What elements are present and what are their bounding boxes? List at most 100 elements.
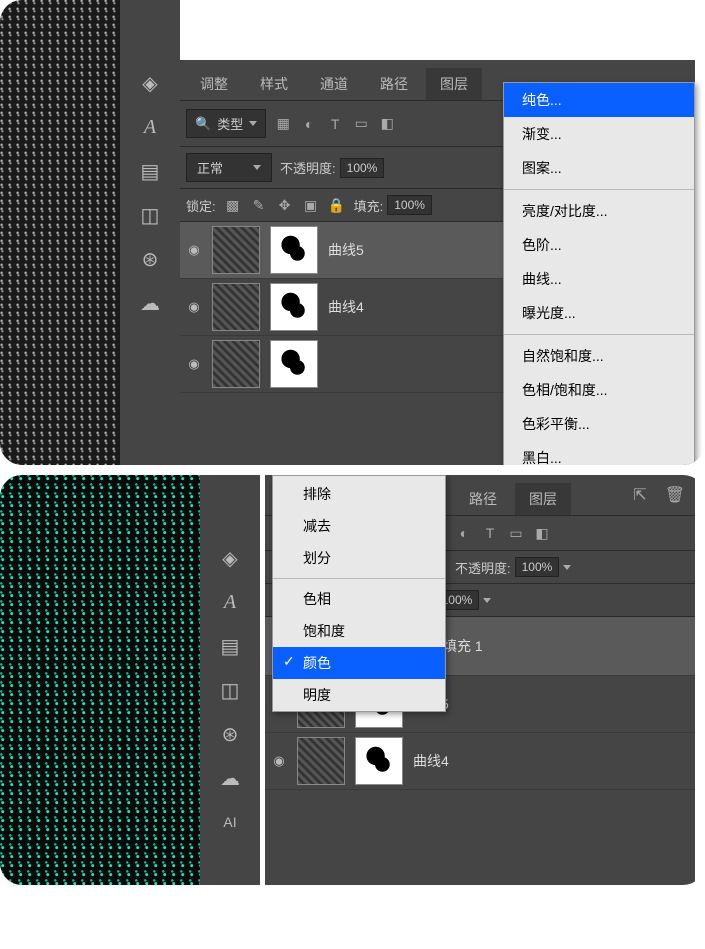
panel-top-icons: ⇱ 🗑 bbox=[633, 485, 685, 505]
lock-position-icon[interactable]: ✥ bbox=[276, 196, 294, 214]
visibility-icon[interactable]: ◉ bbox=[186, 299, 202, 315]
visibility-icon[interactable]: ◉ bbox=[186, 356, 202, 372]
tab-paths[interactable]: 路径 bbox=[455, 483, 511, 515]
menu-item-hue[interactable]: 色相/饱和度... bbox=[504, 373, 694, 407]
fill-control: 填充: 100% bbox=[354, 195, 432, 215]
opacity-label: 不透明度: bbox=[455, 558, 511, 577]
trash-icon[interactable]: 🗑 bbox=[665, 485, 685, 505]
screenshot-top: ◈ A ▤ ◫ ⊛ ☁ 调整 样式 通道 路径 图层 🔍 类型 ▦ ◐ T ▭ … bbox=[0, 0, 705, 465]
visibility-icon[interactable]: ◉ bbox=[271, 753, 287, 769]
opacity-value[interactable]: 100% bbox=[340, 158, 385, 178]
tab-paths[interactable]: 路径 bbox=[366, 68, 422, 100]
type-icon[interactable]: A bbox=[137, 114, 163, 140]
layer-thumbnail[interactable] bbox=[212, 340, 260, 388]
menu-item-solid-color[interactable]: 纯色... bbox=[504, 83, 694, 117]
ai-icon[interactable]: AI bbox=[217, 809, 243, 835]
lock-artboard-icon[interactable]: ▣ bbox=[302, 196, 320, 214]
canvas-preview bbox=[0, 475, 200, 885]
filter-shape-icon[interactable]: ▭ bbox=[352, 115, 370, 133]
mask-thumbnail[interactable] bbox=[270, 226, 318, 274]
menu-item-divide[interactable]: 划分 bbox=[273, 542, 445, 574]
layer-name[interactable]: 曲线4 bbox=[413, 751, 449, 771]
menu-item-color-balance[interactable]: 色彩平衡... bbox=[504, 407, 694, 441]
vertical-toolbar: ◈ A ▤ ◫ ⊛ ☁ bbox=[120, 0, 180, 465]
blend-mode-value: 正常 bbox=[197, 158, 223, 177]
layer-thumbnail[interactable] bbox=[297, 737, 345, 785]
paragraph-icon[interactable]: ▤ bbox=[137, 158, 163, 184]
tab-styles[interactable]: 样式 bbox=[246, 68, 302, 100]
atom-icon[interactable]: ⊛ bbox=[137, 246, 163, 272]
filter-image-icon[interactable]: ▦ bbox=[274, 115, 292, 133]
search-icon: 🔍 bbox=[195, 116, 211, 132]
chevron-down-icon bbox=[249, 121, 257, 126]
filter-shape-icon[interactable]: ▭ bbox=[507, 524, 525, 542]
type-icon[interactable]: A bbox=[217, 589, 243, 615]
menu-separator bbox=[273, 578, 445, 579]
layer-name[interactable]: 曲线4 bbox=[328, 297, 364, 317]
chevron-down-icon bbox=[253, 165, 261, 170]
opacity-value[interactable]: 100% bbox=[515, 557, 560, 577]
menu-item-curves[interactable]: 曲线... bbox=[504, 262, 694, 296]
lock-brush-icon[interactable]: ✎ bbox=[250, 196, 268, 214]
collapse-icon[interactable]: ⇱ bbox=[633, 485, 646, 505]
menu-item-levels[interactable]: 色阶... bbox=[504, 228, 694, 262]
mask-thumbnail[interactable] bbox=[355, 737, 403, 785]
lock-pixels-icon[interactable]: ▩ bbox=[224, 196, 242, 214]
tab-channels[interactable]: 通道 bbox=[306, 68, 362, 100]
new-fill-layer-menu: 纯色... 渐变... 图案... 亮度/对比度... 色阶... 曲线... … bbox=[503, 82, 695, 465]
fill-label: 填充: bbox=[354, 196, 384, 215]
cloud-icon[interactable]: ☁ bbox=[217, 765, 243, 791]
opacity-control: 不透明度: 100% bbox=[280, 158, 384, 178]
menu-item-exclusion[interactable]: 排除 bbox=[273, 478, 445, 510]
blend-mode-select[interactable]: 正常 bbox=[186, 153, 272, 182]
menu-item-subtract[interactable]: 减去 bbox=[273, 510, 445, 542]
menu-item-brightness[interactable]: 亮度/对比度... bbox=[504, 194, 694, 228]
cube-icon[interactable]: ◈ bbox=[217, 545, 243, 571]
chevron-down-icon bbox=[563, 565, 571, 570]
mask-thumbnail[interactable] bbox=[270, 340, 318, 388]
layer-thumbnail[interactable] bbox=[212, 226, 260, 274]
layer-name[interactable]: 曲线5 bbox=[328, 240, 364, 260]
menu-item-gradient[interactable]: 渐变... bbox=[504, 117, 694, 151]
shapes-icon[interactable]: ◫ bbox=[217, 677, 243, 703]
filter-type-select[interactable]: 🔍 类型 bbox=[186, 109, 266, 138]
fill-value[interactable]: 100% bbox=[387, 195, 432, 215]
canvas-preview bbox=[0, 0, 120, 465]
menu-separator bbox=[504, 189, 694, 190]
filter-text-icon[interactable]: T bbox=[481, 524, 499, 542]
filter-smart-icon[interactable]: ◧ bbox=[533, 524, 551, 542]
shapes-icon[interactable]: ◫ bbox=[137, 202, 163, 228]
tab-layers[interactable]: 图层 bbox=[515, 483, 571, 515]
filter-text-icon[interactable]: T bbox=[326, 115, 344, 133]
vertical-toolbar: ◈ A ▤ ◫ ⊛ ☁ AI bbox=[200, 475, 260, 885]
blend-mode-menu: 排除 减去 划分 色相 饱和度 颜色 明度 bbox=[272, 475, 446, 712]
filter-adjustment-icon[interactable]: ◐ bbox=[455, 524, 473, 542]
layer-row[interactable]: ◉ 曲线4 bbox=[265, 733, 695, 790]
opacity-label: 不透明度: bbox=[280, 158, 336, 177]
opacity-control: 不透明度: 100% bbox=[455, 557, 571, 577]
mask-thumbnail[interactable] bbox=[270, 283, 318, 331]
cube-icon[interactable]: ◈ bbox=[137, 70, 163, 96]
lock-all-icon[interactable]: 🔒 bbox=[328, 196, 346, 214]
atom-icon[interactable]: ⊛ bbox=[217, 721, 243, 747]
screenshot-bottom: ◈ A ▤ ◫ ⊛ ☁ AI ⇱ 🗑 路径 图层 ◐ T ▭ ◧ 不透明度: 1… bbox=[0, 475, 705, 885]
filter-adjustment-icon[interactable]: ◐ bbox=[300, 115, 318, 133]
menu-item-luminosity[interactable]: 明度 bbox=[273, 679, 445, 711]
paragraph-icon[interactable]: ▤ bbox=[217, 633, 243, 659]
menu-item-pattern[interactable]: 图案... bbox=[504, 151, 694, 185]
menu-item-hue[interactable]: 色相 bbox=[273, 583, 445, 615]
filter-label: 类型 bbox=[217, 114, 243, 133]
cloud-icon[interactable]: ☁ bbox=[137, 290, 163, 316]
menu-item-vibrance[interactable]: 自然饱和度... bbox=[504, 339, 694, 373]
menu-separator bbox=[504, 334, 694, 335]
visibility-icon[interactable]: ◉ bbox=[186, 242, 202, 258]
chevron-down-icon bbox=[483, 598, 491, 603]
menu-item-saturation[interactable]: 饱和度 bbox=[273, 615, 445, 647]
tab-adjustments[interactable]: 调整 bbox=[186, 68, 242, 100]
layer-thumbnail[interactable] bbox=[212, 283, 260, 331]
menu-item-exposure[interactable]: 曝光度... bbox=[504, 296, 694, 330]
filter-smart-icon[interactable]: ◧ bbox=[378, 115, 396, 133]
tab-layers[interactable]: 图层 bbox=[426, 68, 482, 100]
menu-item-bw[interactable]: 黑白... bbox=[504, 441, 694, 465]
menu-item-color[interactable]: 颜色 bbox=[273, 647, 445, 679]
